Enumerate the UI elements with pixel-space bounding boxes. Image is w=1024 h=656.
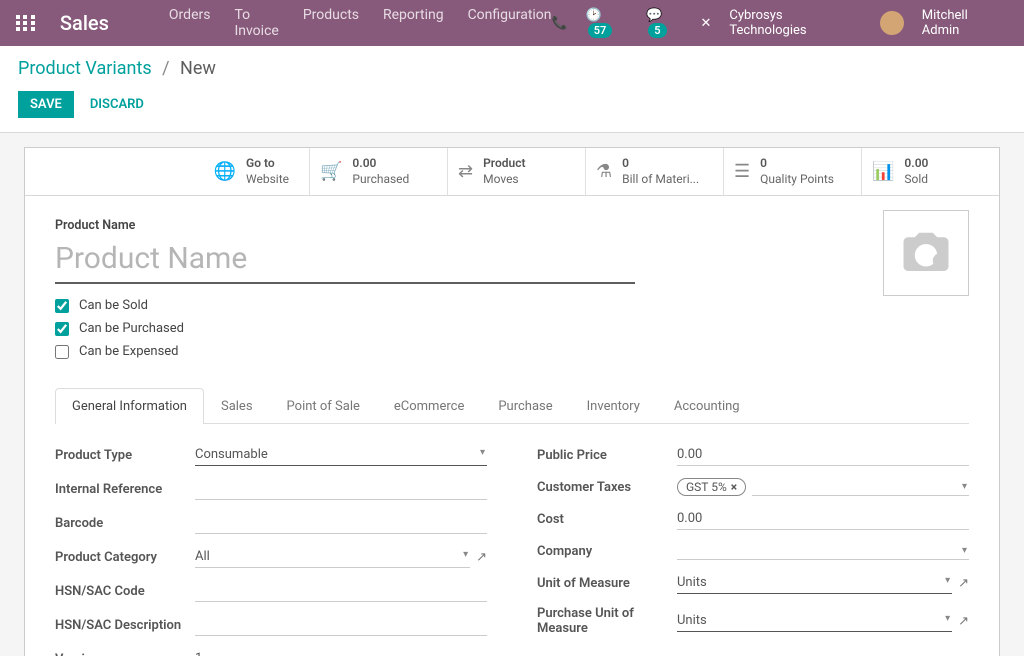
user-avatar[interactable]	[880, 11, 904, 35]
tab-general-information[interactable]: General Information	[55, 388, 204, 424]
can-be-sold-label: Can be Sold	[79, 298, 148, 313]
cost-input[interactable]	[677, 508, 969, 530]
can-be-purchased-label: Can be Purchased	[79, 321, 184, 336]
nav-reporting[interactable]: Reporting	[383, 7, 444, 39]
stat-quality-points[interactable]: ☰ 0Quality Points	[723, 148, 861, 195]
category-external-link-icon[interactable]: ↗	[476, 550, 487, 565]
tab-ecommerce[interactable]: eCommerce	[377, 388, 481, 424]
chart-icon: 📊	[872, 161, 894, 182]
uom-external-link-icon[interactable]: ↗	[958, 576, 969, 591]
product-type-label: Product Type	[55, 448, 195, 463]
app-brand[interactable]: Sales	[60, 11, 109, 35]
can-be-expensed-checkbox[interactable]	[55, 345, 69, 359]
tab-inventory[interactable]: Inventory	[570, 388, 657, 424]
company-select[interactable]	[677, 542, 969, 560]
nav-to-invoice[interactable]: To Invoice	[234, 7, 278, 39]
product-name-input[interactable]	[55, 237, 635, 284]
company-label: Company	[537, 544, 677, 559]
product-name-label: Product Name	[55, 218, 969, 233]
stat-go-to-website[interactable]: 🌐 Go toWebsite	[25, 148, 309, 195]
uom-label: Unit of Measure	[537, 576, 677, 591]
tools-icon[interactable]: ✕	[700, 16, 711, 31]
breadcrumb-link[interactable]: Product Variants	[18, 58, 152, 79]
internal-reference-label: Internal Reference	[55, 482, 195, 497]
purchase-uom-external-link-icon[interactable]: ↗	[958, 614, 969, 629]
discard-button[interactable]: DISCARD	[78, 91, 156, 118]
flask-icon: ⚗	[596, 161, 612, 182]
phone-icon[interactable]: 📞	[552, 16, 568, 31]
version-label: Version	[55, 652, 195, 656]
public-price-label: Public Price	[537, 448, 677, 463]
apps-menu-icon[interactable]	[16, 15, 36, 31]
stat-purchased[interactable]: 🛒 0.00Purchased	[309, 148, 447, 195]
hsn-code-label: HSN/SAC Code	[55, 584, 195, 599]
breadcrumb-current: New	[180, 58, 216, 79]
save-button[interactable]: SAVE	[18, 91, 74, 118]
messages-indicator[interactable]: 💬5	[646, 8, 682, 38]
stat-sold[interactable]: 📊 0.00Sold	[861, 148, 999, 195]
user-name[interactable]: Mitchell Admin	[922, 8, 1008, 38]
barcode-label: Barcode	[55, 516, 195, 531]
tab-sales[interactable]: Sales	[204, 388, 270, 424]
company-name[interactable]: Cybrosys Technologies	[729, 8, 862, 38]
cart-icon: 🛒	[320, 161, 342, 182]
purchase-uom-select[interactable]: Units	[677, 610, 952, 632]
list-icon: ☰	[734, 161, 750, 182]
breadcrumb: Product Variants / New	[18, 58, 1006, 79]
camera-icon	[899, 226, 953, 280]
can-be-purchased-checkbox[interactable]	[55, 322, 69, 336]
can-be-expensed-label: Can be Expensed	[79, 344, 179, 359]
cost-label: Cost	[537, 512, 677, 527]
tab-purchase[interactable]: Purchase	[481, 388, 569, 424]
hsn-code-input[interactable]	[195, 580, 487, 602]
product-image-upload[interactable]	[883, 210, 969, 296]
stat-product-moves[interactable]: ⇄ ProductMoves	[447, 148, 585, 195]
stat-bom[interactable]: ⚗ 0Bill of Materi...	[585, 148, 723, 195]
tab-accounting[interactable]: Accounting	[657, 388, 757, 424]
nav-products[interactable]: Products	[303, 7, 359, 39]
nav-orders[interactable]: Orders	[169, 7, 211, 39]
internal-reference-input[interactable]	[195, 478, 487, 500]
globe-icon: 🌐	[214, 161, 236, 182]
can-be-sold-checkbox[interactable]	[55, 299, 69, 313]
breadcrumb-separator: /	[162, 58, 169, 79]
product-type-select[interactable]: Consumable	[195, 444, 487, 466]
product-category-label: Product Category	[55, 550, 195, 565]
nav-configuration[interactable]: Configuration	[468, 7, 552, 39]
messages-badge: 5	[648, 23, 666, 38]
uom-select[interactable]: Units	[677, 572, 952, 594]
product-category-select[interactable]: All	[195, 546, 470, 568]
purchase-uom-label: Purchase Unit of Measure	[537, 606, 677, 636]
customer-taxes-label: Customer Taxes	[537, 480, 677, 495]
customer-tax-tag[interactable]: GST 5%×	[677, 478, 746, 496]
clock-badge: 57	[588, 23, 613, 38]
customer-taxes-select[interactable]	[752, 478, 969, 496]
public-price-input[interactable]	[677, 444, 969, 466]
remove-tax-icon[interactable]: ×	[731, 480, 737, 494]
hsn-desc-input[interactable]	[195, 614, 487, 636]
tab-point-of-sale[interactable]: Point of Sale	[270, 388, 377, 424]
clock-indicator[interactable]: 🕑57	[586, 8, 629, 38]
hsn-desc-label: HSN/SAC Description	[55, 618, 195, 633]
barcode-input[interactable]	[195, 512, 487, 534]
exchange-icon: ⇄	[458, 161, 473, 182]
